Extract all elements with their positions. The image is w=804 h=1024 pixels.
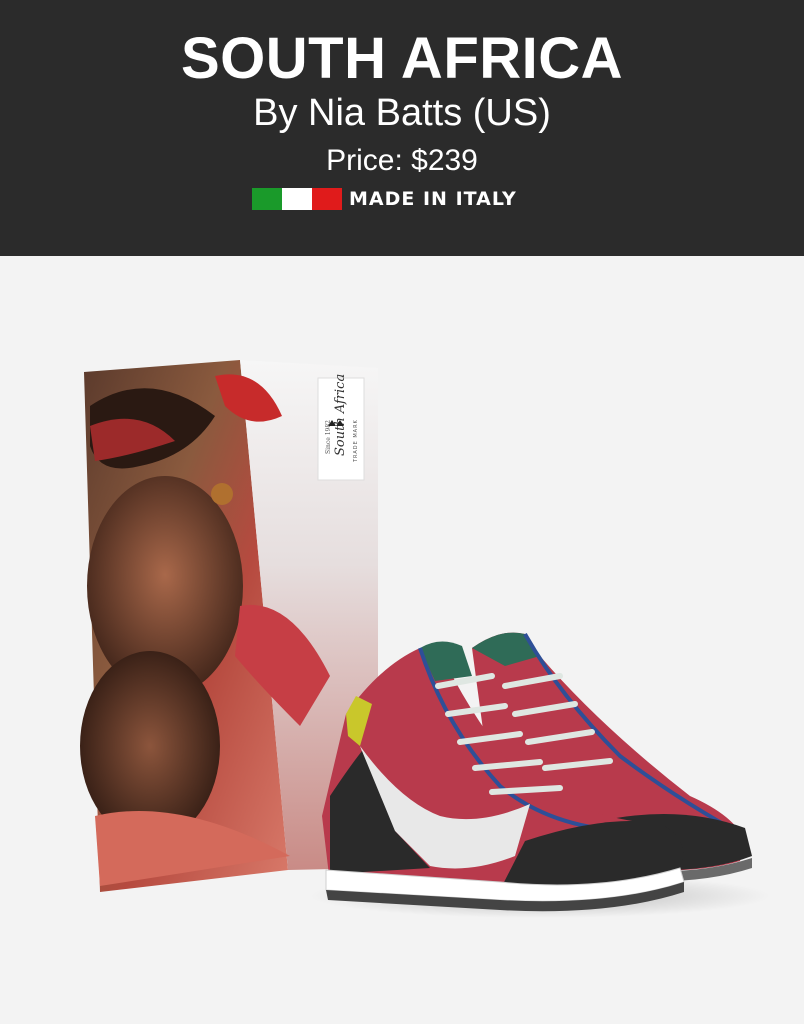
italy-flag-icon: [252, 188, 342, 210]
box-brand-label: South Africa: [333, 374, 348, 456]
product-header: SOUTH AFRICA By Nia Batts (US) Price: $2…: [0, 0, 804, 256]
product-image: South Africa Since 1982 TRADE MARK: [0, 256, 804, 1024]
made-in-label: MADE IN ITALY: [349, 188, 517, 210]
shoe-and-box-illustration: South Africa Since 1982 TRADE MARK: [80, 360, 770, 918]
product-title: SOUTH AFRICA: [180, 26, 624, 91]
made-in-badge: MADE IN ITALY: [252, 188, 517, 210]
box-trademark-label: TRADE MARK: [353, 419, 359, 463]
designer-byline: By Nia Batts (US): [253, 92, 551, 134]
product-price: Price: $239: [326, 144, 478, 177]
